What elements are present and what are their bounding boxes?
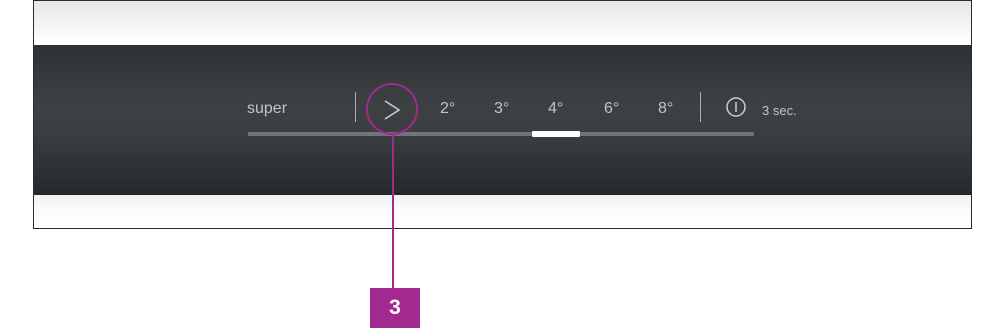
callout-circle [366, 83, 418, 135]
appliance-bottom-edge [34, 195, 971, 228]
temp-option-6[interactable]: 6° [604, 100, 619, 118]
temp-option-8[interactable]: 8° [658, 100, 673, 118]
temp-option-3[interactable]: 3° [494, 100, 509, 118]
temperature-indicator-bar [248, 132, 754, 136]
control-panel [34, 45, 971, 195]
temp-option-4[interactable]: 4° [548, 100, 563, 118]
super-button-label[interactable]: super [247, 100, 287, 118]
divider-right [700, 92, 701, 122]
callout-badge: 3 [370, 288, 420, 328]
power-hold-label: 3 sec. [762, 103, 797, 118]
power-icon[interactable] [725, 96, 747, 118]
callout-leader-line [392, 135, 394, 288]
selected-temperature-indicator [532, 131, 580, 137]
appliance-top-edge [34, 1, 971, 45]
divider-left [355, 92, 356, 122]
temp-option-2[interactable]: 2° [440, 100, 455, 118]
